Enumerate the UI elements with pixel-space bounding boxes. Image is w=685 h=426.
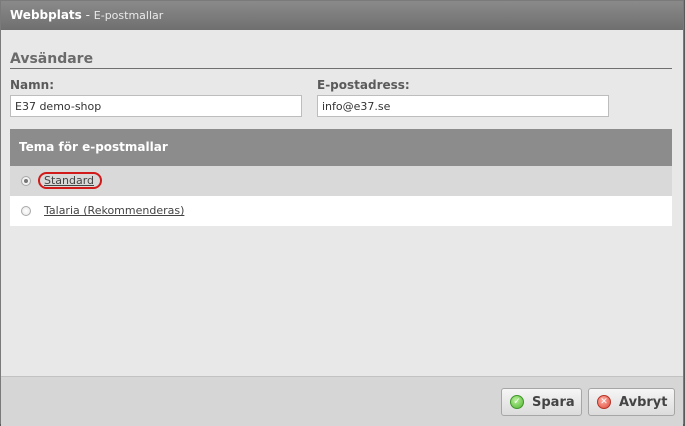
email-label: E-postadress: [317,78,410,92]
theme-table-header: Tema för e-postmallar [10,129,672,166]
close-icon: ✕ [597,395,611,409]
name-field[interactable] [10,95,302,117]
save-button[interactable]: ✓ Spara [501,388,582,416]
title-bar: Webbplats - E-postmallar [1,1,683,30]
save-button-label: Spara [532,394,575,410]
dialog-footer: ✓ Spara ✕ Avbryt [1,376,683,426]
theme-link-talaria[interactable]: Talaria (Rekommenderas) [44,204,184,217]
radio-standard[interactable] [21,176,31,186]
name-label: Namn: [10,78,54,92]
title-separator: - [81,8,94,22]
email-field[interactable] [317,95,609,117]
checkmark-icon: ✓ [510,395,524,409]
theme-row-standard[interactable]: Standard [10,166,672,196]
radio-talaria[interactable] [21,206,31,216]
window-subtitle: E-postmallar [93,9,164,22]
cancel-button[interactable]: ✕ Avbryt [588,388,675,416]
window-title: Webbplats [10,8,82,22]
sender-section-heading: Avsändare [10,51,672,69]
theme-row-talaria[interactable]: Talaria (Rekommenderas) [10,196,672,226]
cancel-button-label: Avbryt [619,394,668,410]
theme-link-standard[interactable]: Standard [44,174,94,187]
email-templates-dialog: Webbplats - E-postmallar Avsändare Namn:… [0,0,684,426]
